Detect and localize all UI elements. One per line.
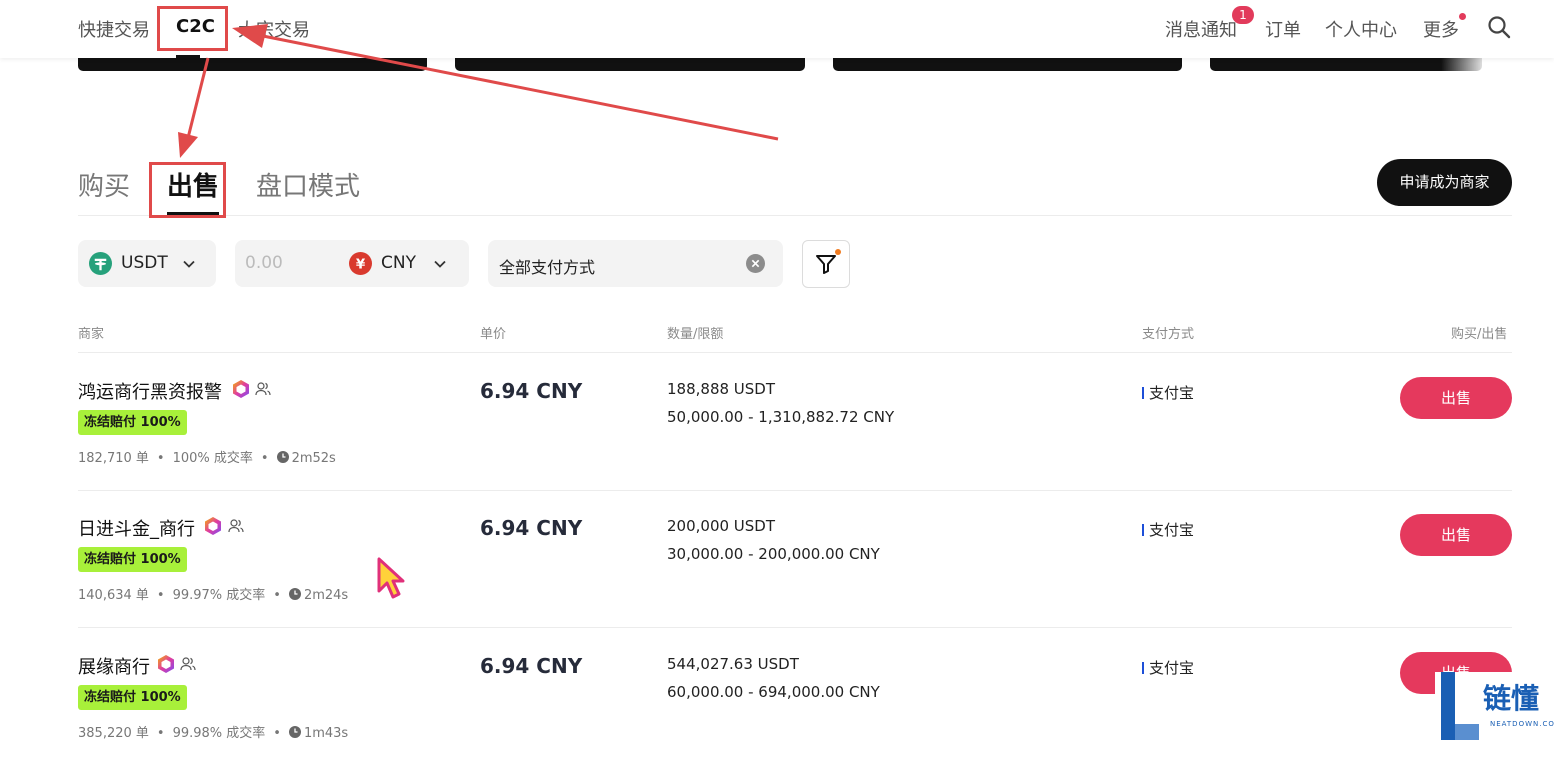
clear-icon[interactable]	[746, 254, 765, 273]
payment-color-bar	[1142, 662, 1144, 674]
order-count: 385,220 单	[78, 726, 149, 741]
header-merchant: 商家	[78, 327, 105, 342]
sell-button[interactable]: 出售	[1400, 514, 1512, 556]
merchant-name[interactable]: 展缘商行	[78, 653, 150, 679]
filter-button[interactable]	[802, 240, 850, 288]
payment-method-label: 支付宝	[1149, 659, 1195, 677]
payment-method-label: 支付宝	[1149, 384, 1195, 402]
header-quantity-limit: 数量/限额	[667, 327, 724, 342]
payment-method-value: 全部支付方式	[499, 258, 596, 277]
compensation-tag: 冻结赔付 100%	[78, 410, 187, 435]
order-count: 140,634 单	[78, 588, 149, 603]
nav-more[interactable]: 更多	[1423, 16, 1459, 42]
order-count: 182,710 单	[78, 451, 149, 466]
payment-method: 支付宝	[1142, 519, 1194, 540]
header-price: 单价	[480, 327, 507, 342]
avg-release-time: 1m43s	[303, 726, 349, 741]
header-action: 购买/出售	[1451, 327, 1508, 342]
watermark-subtext: NEATDOWN.COM	[1490, 720, 1554, 728]
funnel-icon	[816, 255, 836, 274]
divider	[78, 215, 1512, 216]
banner-card[interactable]	[78, 58, 427, 71]
header-payment: 支付方式	[1142, 327, 1195, 342]
payment-method: 支付宝	[1142, 382, 1194, 403]
cny-icon: ¥	[349, 252, 372, 275]
nav-profile[interactable]: 个人中心	[1325, 16, 1397, 42]
chevron-down-icon	[183, 260, 195, 268]
merchant-stats: 140,634 单 • 99.97% 成交率 • 2m24s	[78, 588, 349, 603]
sell-button[interactable]: 出售	[1400, 377, 1512, 419]
watermark-logo: 链懂 NEATDOWN.COM	[1435, 672, 1554, 740]
more-dot-indicator	[1459, 13, 1466, 20]
nav-active-underline	[176, 55, 200, 58]
banner-card[interactable]	[455, 58, 805, 71]
avg-release-time: 2m24s	[303, 588, 349, 603]
amount-input[interactable]: 0.00 ¥ CNY	[235, 240, 469, 287]
banner-card[interactable]	[833, 58, 1182, 71]
verified-merchant-icon	[233, 380, 249, 398]
top-navigation: 快捷交易 C2C 大宗交易 消息通知 1 订单 个人中心 更多	[0, 0, 1554, 58]
available-quantity: 200,000 USDT	[667, 517, 776, 535]
order-limit: 50,000.00 - 1,310,882.72 CNY	[667, 408, 895, 426]
unit-price: 6.94 CNY	[480, 379, 583, 403]
usdt-icon	[89, 252, 112, 275]
clock-icon	[276, 451, 289, 463]
apply-merchant-button[interactable]: 申请成为商家	[1377, 159, 1512, 206]
unit-price: 6.94 CNY	[480, 516, 583, 540]
nav-block-trade[interactable]: 大宗交易	[238, 16, 310, 42]
payment-method: 支付宝	[1142, 657, 1194, 678]
nav-quick-trade[interactable]: 快捷交易	[78, 16, 150, 42]
chevron-down-icon	[434, 260, 446, 268]
payment-method-select[interactable]: 全部支付方式	[488, 240, 783, 287]
tab-sell[interactable]: 出售	[167, 166, 219, 203]
search-icon[interactable]	[1487, 15, 1511, 39]
table-row: 日进斗金_商行 冻结赔付 100% 140,634 单 • 99.97% 成交率 • 2…	[0, 490, 1554, 628]
nav-c2c[interactable]: C2C	[176, 16, 215, 37]
nav-notifications[interactable]: 消息通知	[1165, 16, 1237, 42]
clock-icon	[288, 588, 301, 600]
fiat-value[interactable]: CNY	[381, 253, 416, 273]
merchant-name[interactable]: 鸿运商行黑资报警	[78, 378, 222, 404]
available-quantity: 188,888 USDT	[667, 380, 776, 398]
mouse-cursor-icon	[377, 557, 405, 599]
order-limit: 60,000.00 - 694,000.00 CNY	[667, 683, 880, 701]
payment-color-bar	[1142, 387, 1144, 399]
coin-value: USDT	[121, 253, 168, 273]
avg-release-time: 2m52s	[291, 451, 336, 466]
compensation-tag: 冻结赔付 100%	[78, 547, 187, 572]
coin-select[interactable]: USDT	[78, 240, 216, 287]
compensation-tag: 冻结赔付 100%	[78, 685, 187, 710]
unit-price: 6.94 CNY	[480, 654, 583, 678]
logo-icon	[1441, 672, 1479, 740]
payment-method-label: 支付宝	[1149, 521, 1195, 539]
merchant-stats: 182,710 单 • 100% 成交率 • 2m52s	[78, 451, 336, 466]
users-icon	[228, 519, 244, 533]
filter-active-dot	[835, 249, 841, 255]
completion-rate: 99.97% 成交率	[172, 588, 266, 603]
users-icon	[180, 657, 196, 671]
payment-color-bar	[1142, 524, 1144, 536]
notification-badge: 1	[1232, 6, 1254, 24]
table-row: 展缘商行 冻结赔付 100% 385,220 单 • 99.98% 成交率 • 1m43…	[0, 628, 1554, 766]
completion-rate: 100% 成交率	[172, 451, 253, 466]
merchant-name[interactable]: 日进斗金_商行	[78, 515, 195, 541]
verified-merchant-icon	[158, 655, 174, 673]
users-icon	[255, 382, 271, 396]
merchant-stats: 385,220 单 • 99.98% 成交率 • 1m43s	[78, 726, 349, 741]
cny-symbol: ¥	[356, 257, 366, 272]
completion-rate: 99.98% 成交率	[172, 726, 266, 741]
order-limit: 30,000.00 - 200,000.00 CNY	[667, 545, 880, 563]
tab-orderbook-mode[interactable]: 盘口模式	[256, 166, 360, 203]
available-quantity: 544,027.63 USDT	[667, 655, 799, 673]
nav-orders[interactable]: 订单	[1265, 16, 1301, 42]
watermark-text: 链懂	[1483, 682, 1540, 715]
clock-icon	[288, 726, 301, 738]
banner-card[interactable]	[1210, 58, 1482, 71]
amount-placeholder: 0.00	[245, 253, 283, 273]
tab-buy[interactable]: 购买	[78, 166, 130, 203]
table-row: 鸿运商行黑资报警 冻结赔付 100% 182,710 单 • 100% 成交率 • 2m…	[0, 353, 1554, 491]
verified-merchant-icon	[205, 517, 221, 535]
